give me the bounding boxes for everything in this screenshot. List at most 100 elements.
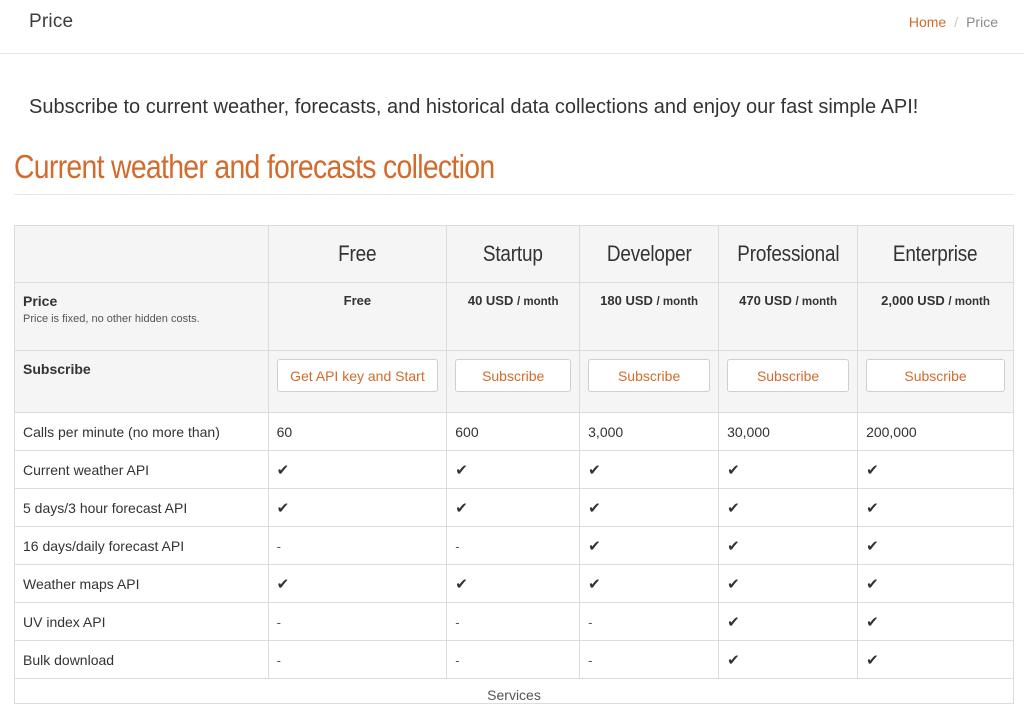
services-row: Services <box>14 678 1014 704</box>
price-cell-developer: 180 USD / month <box>579 282 720 351</box>
feature-cell: ✔ <box>446 488 581 527</box>
price-label-cell: Price Price is fixed, no other hidden cos… <box>14 282 269 351</box>
feature-cell: ✔ <box>579 488 720 527</box>
get-api-key-button[interactable]: Get API key and Start <box>276 359 439 392</box>
feature-label: Current weather API <box>14 450 269 489</box>
feature-cell: ✔ <box>267 488 448 527</box>
feature-label: 5 days/3 hour forecast API <box>14 488 269 527</box>
check-icon: ✔ <box>727 499 740 517</box>
subscribe-cell-enterprise: Subscribe <box>857 350 1014 413</box>
check-icon: ✔ <box>866 499 879 517</box>
feature-label: Weather maps API <box>14 564 269 603</box>
feature-cell: ✔ <box>267 564 448 603</box>
plan-name: Startup <box>483 241 544 266</box>
check-icon: ✔ <box>727 537 740 555</box>
plan-header-professional: Professional <box>718 225 859 283</box>
feature-cell: ✔ <box>579 450 720 489</box>
calls-value-startup: 600 <box>446 412 581 451</box>
check-icon: ✔ <box>866 537 879 555</box>
intro-text: Subscribe to current weather, forecasts,… <box>29 96 919 118</box>
feature-cell: - <box>446 526 581 565</box>
check-icon: ✔ <box>455 575 468 593</box>
feature-cell: ✔ <box>718 526 859 565</box>
calls-value-professional: 30,000 <box>718 412 859 451</box>
subscribe-cell-professional: Subscribe <box>718 350 859 413</box>
breadcrumb-separator: / <box>954 14 959 30</box>
price-unit: / month <box>656 296 699 308</box>
dash-icon: - <box>276 614 281 630</box>
feature-cell: ✔ <box>857 488 1014 527</box>
check-icon: ✔ <box>727 461 740 479</box>
dash-icon: - <box>455 614 460 630</box>
services-text: Services <box>487 687 541 703</box>
check-icon: ✔ <box>866 461 879 479</box>
price-cell-professional: 470 USD / month <box>718 282 859 351</box>
feature-cell: - <box>267 526 448 565</box>
check-icon: ✔ <box>455 461 468 479</box>
feature-cell: ✔ <box>446 450 581 489</box>
dash-icon: - <box>455 652 460 668</box>
check-icon: ✔ <box>588 499 601 517</box>
feature-row: UV index API - - - ✔ ✔ <box>14 602 1014 641</box>
plan-header-developer: Developer <box>579 225 720 283</box>
subscribe-button-developer[interactable]: Subscribe <box>588 359 711 392</box>
calls-value-enterprise: 200,000 <box>857 412 1014 451</box>
feature-cell: ✔ <box>857 602 1014 641</box>
feature-row: 16 days/daily forecast API - - ✔ ✔ ✔ <box>14 526 1014 565</box>
feature-cell: ✔ <box>857 450 1014 489</box>
check-icon: ✔ <box>588 575 601 593</box>
feature-cell: ✔ <box>579 564 720 603</box>
calls-value-free: 60 <box>267 412 448 451</box>
plan-header-startup: Startup <box>446 225 581 283</box>
price-label: Price <box>23 293 58 309</box>
subscribe-cell-free: Get API key and Start <box>267 350 448 413</box>
subscribe-cell-developer: Subscribe <box>579 350 720 413</box>
page-title: Price <box>29 11 74 32</box>
dash-icon: - <box>276 538 281 554</box>
check-icon: ✔ <box>588 537 601 555</box>
price-note: Price is fixed, no other hidden costs. <box>23 313 200 325</box>
calls-per-minute-row: Calls per minute (no more than) 60 600 3,00… <box>14 412 1014 451</box>
subscribe-cell-startup: Subscribe <box>446 350 581 413</box>
subscribe-button-startup[interactable]: Subscribe <box>455 359 572 392</box>
header-blank-cell <box>14 225 269 283</box>
price-amount: 40 USD <box>467 293 514 308</box>
feature-cell: ✔ <box>857 526 1014 565</box>
dash-icon: - <box>276 652 281 668</box>
price-unit: / month <box>948 296 990 308</box>
price-cell-free: Free <box>267 282 448 351</box>
price-amount: 470 USD <box>739 293 792 308</box>
subscribe-label: Subscribe <box>14 350 269 413</box>
section-title: Current weather and forecasts collection <box>14 148 495 185</box>
subscribe-row: Subscribe Get API key and Start Subscribe S… <box>14 350 1014 413</box>
check-icon: ✔ <box>276 461 290 479</box>
calls-value-developer: 3,000 <box>579 412 720 451</box>
price-cell-startup: 40 USD / month <box>446 282 581 351</box>
feature-row: Weather maps API ✔ ✔ ✔ ✔ ✔ <box>14 564 1014 603</box>
check-icon: ✔ <box>727 613 740 631</box>
feature-cell: ✔ <box>718 488 859 527</box>
plan-name: Free <box>338 241 377 266</box>
plan-name: Developer <box>606 241 692 266</box>
feature-cell: ✔ <box>718 640 859 679</box>
breadcrumb-current: Price <box>966 14 998 30</box>
price-row: Price Price is fixed, no other hidden cos… <box>14 282 1014 351</box>
check-icon: ✔ <box>727 651 740 669</box>
feature-cell: ✔ <box>267 450 448 489</box>
subscribe-button-professional[interactable]: Subscribe <box>727 359 850 392</box>
check-icon: ✔ <box>455 499 468 517</box>
feature-label: UV index API <box>14 602 269 641</box>
feature-cell: ✔ <box>718 602 859 641</box>
subscribe-button-enterprise[interactable]: Subscribe <box>866 359 1005 392</box>
price-cell-enterprise: 2,000 USD / month <box>857 282 1014 351</box>
services-cell: Services <box>14 678 1014 704</box>
feature-cell: - <box>267 640 448 679</box>
feature-cell: ✔ <box>446 564 581 603</box>
section-divider <box>14 194 1014 195</box>
price-amount: 2,000 USD <box>881 293 945 308</box>
check-icon: ✔ <box>276 499 290 517</box>
feature-cell: - <box>267 602 448 641</box>
breadcrumb-home-link[interactable]: Home <box>909 14 946 30</box>
feature-cell: - <box>579 602 720 641</box>
dash-icon: - <box>588 614 593 630</box>
